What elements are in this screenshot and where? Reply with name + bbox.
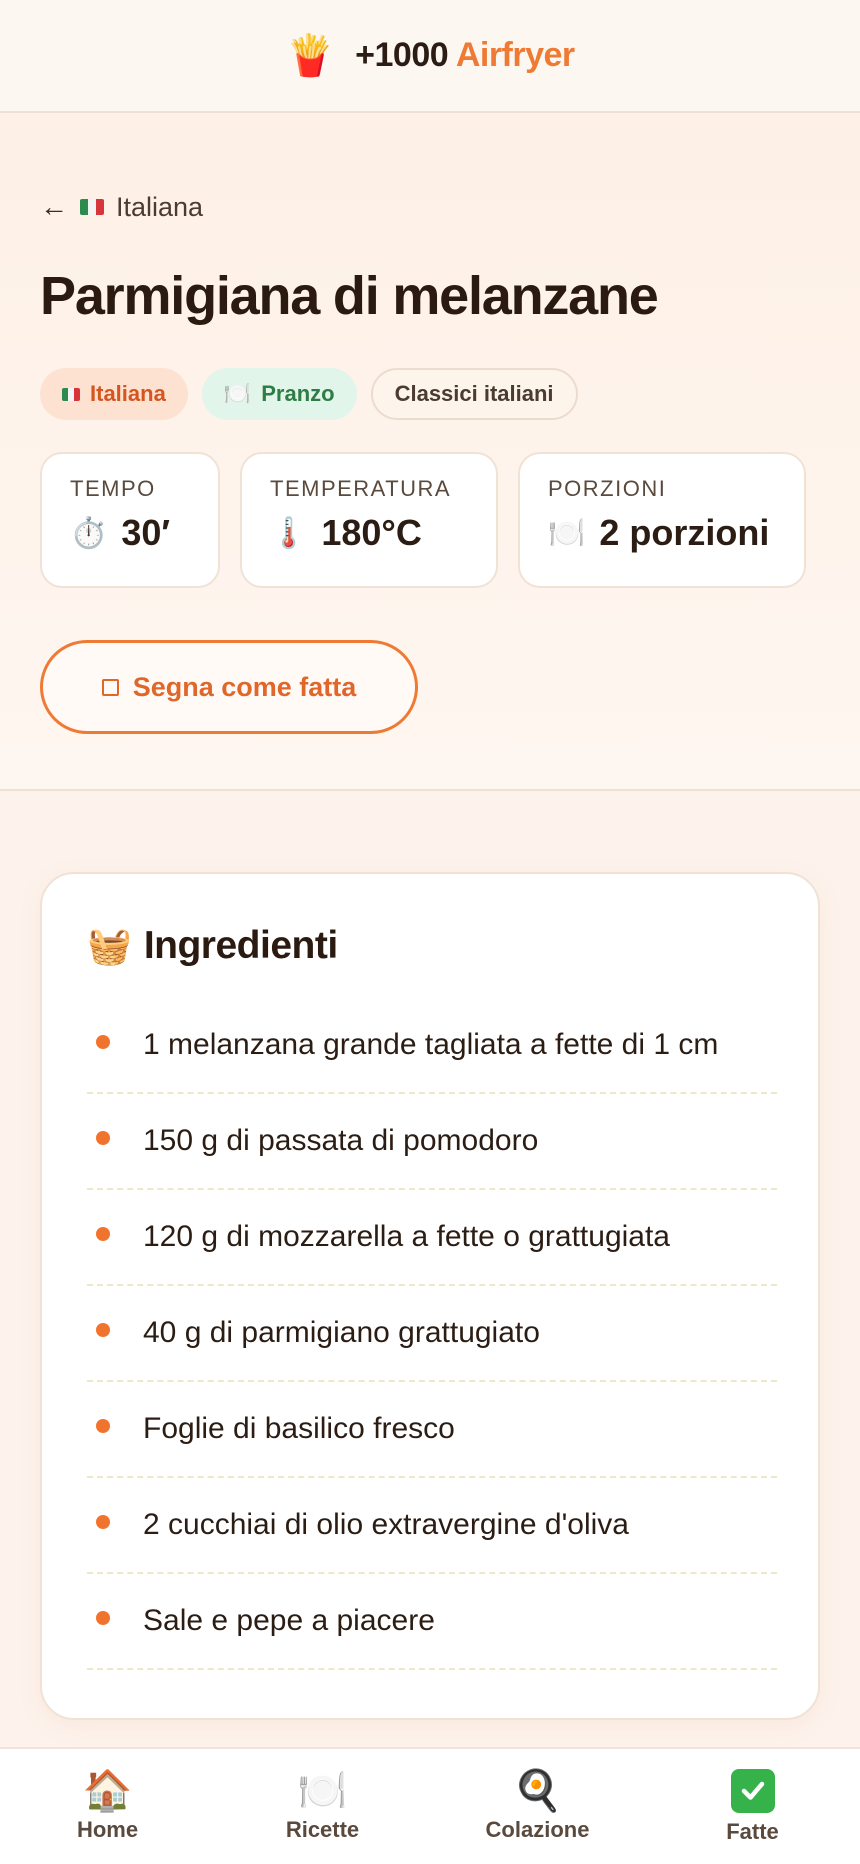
back-link[interactable]: ← Italiana [40,191,203,223]
brand-logo[interactable]: 🍟 +1000 Airfryer [285,33,575,78]
stat-label: PORZIONI [548,476,667,501]
stat-label: TEMPERATURA [270,476,452,501]
list-item: 1 melanzana grande tagliata a fette di 1… [87,998,777,1094]
checkbox-icon [101,678,119,696]
bullet-icon [96,1419,110,1433]
recipe-tags: Italiana 🍽️ Pranzo Classici italiani [40,368,578,420]
brand-number: +1000 [355,36,449,74]
plate-icon: 🍽️ [548,516,586,550]
house-icon: 🏠 [82,1768,133,1813]
italian-flag-icon [62,387,80,401]
ingredients-card: 🧺 Ingredienti 1 melanzana grande tagliat… [40,872,820,1720]
list-item: 40 g di parmigiano grattugiato [87,1286,777,1382]
ingredient-text: 1 melanzana grande tagliata a fette di 1… [143,1028,719,1061]
stat-servings: PORZIONI 🍽️ 2 porzioni [518,452,806,588]
stat-servings-value: 2 porzioni [599,512,770,553]
plate-icon: 🍽️ [297,1768,348,1813]
ingredient-text: 120 g di mozzarella a fette o grattugiat… [143,1220,670,1253]
stat-time-value: 30′ [121,512,171,553]
plate-icon: 🍽️ [223,381,252,406]
nav-label: Home [76,1816,139,1842]
bottom-nav: 🏠 Home 🍽️ Ricette 🍳 Colazione Fatte [0,1747,860,1864]
brand-title: +1000 Airfryer [355,36,575,75]
tag-label: Italiana [90,381,166,406]
nav-done[interactable]: Fatte [645,1749,860,1864]
list-item: Sale e pepe a piacere [87,1574,777,1670]
stat-value: 🌡️ 180°C [270,512,468,554]
nav-home[interactable]: 🏠 Home [0,1749,215,1864]
ingredients-list: 1 melanzana grande tagliata a fette di 1… [87,998,777,1670]
ingredient-text: Sale e pepe a piacere [143,1604,435,1637]
nav-label: Fatte [726,1818,779,1844]
fries-icon: 🍟 [285,33,336,78]
check-mark-icon [730,1768,775,1813]
ingredient-text: Foglie di basilico fresco [143,1412,455,1445]
nav-label: Ricette [285,1816,360,1842]
tag-cuisine[interactable]: Italiana [40,368,188,420]
stat-label: TEMPO [70,476,156,501]
list-item: 120 g di mozzarella a fette o grattugiat… [87,1190,777,1286]
recipe-title: Parmigiana di melanzane [40,266,659,326]
basket-icon: 🧺 [87,925,132,966]
mark-done-button[interactable]: Segna come fatta [40,640,418,734]
bullet-icon [96,1515,110,1529]
recipe-hero: ← Italiana Parmigiana di melanzane Itali… [0,113,860,791]
ingredients-header: 🧺 Ingredienti [87,924,338,968]
tag-meal[interactable]: 🍽️ Pranzo [201,368,357,420]
list-item: 2 cucchiai di olio extravergine d'oliva [87,1478,777,1574]
app-header: 🍟 +1000 Airfryer [0,0,860,113]
bullet-icon [96,1131,110,1145]
nav-breakfast[interactable]: 🍳 Colazione [430,1749,645,1864]
ingredient-text: 150 g di passata di pomodoro [143,1124,539,1157]
nav-recipes[interactable]: 🍽️ Ricette [215,1749,430,1864]
frying-pan-icon: 🍳 [512,1768,563,1813]
tag-label: Classici italiani [394,381,554,406]
stopwatch-icon: ⏱️ [70,516,108,550]
back-link-label: Italiana [116,191,204,222]
bullet-icon [96,1323,110,1337]
italian-flag-icon [80,199,104,215]
mark-done-label: Segna come fatta [132,671,357,702]
nav-label: Colazione [485,1816,590,1842]
ingredient-text: 40 g di parmigiano grattugiato [143,1316,540,1349]
stat-value: 🍽️ 2 porzioni [548,512,776,554]
bullet-icon [96,1611,110,1625]
tag-collection[interactable]: Classici italiani [370,368,578,420]
ingredients-title: Ingredienti [143,924,338,967]
arrow-left-icon: ← [40,191,68,222]
thermometer-icon: 🌡️ [270,516,308,550]
stat-temperature: TEMPERATURA 🌡️ 180°C [240,452,498,588]
ingredient-text: 2 cucchiai di olio extravergine d'oliva [143,1508,629,1541]
stat-time: TEMPO ⏱️ 30′ [40,452,220,588]
stat-value: ⏱️ 30′ [70,512,190,554]
bullet-icon [96,1227,110,1241]
list-item: 150 g di passata di pomodoro [87,1094,777,1190]
bullet-icon [96,1035,110,1049]
brand-name: Airfryer [455,36,575,74]
list-item: Foglie di basilico fresco [87,1382,777,1478]
tag-label: Pranzo [261,381,335,406]
stat-temperature-value: 180°C [321,512,422,553]
recipe-stats: TEMPO ⏱️ 30′ TEMPERATURA 🌡️ 180°C PORZIO… [40,452,806,588]
